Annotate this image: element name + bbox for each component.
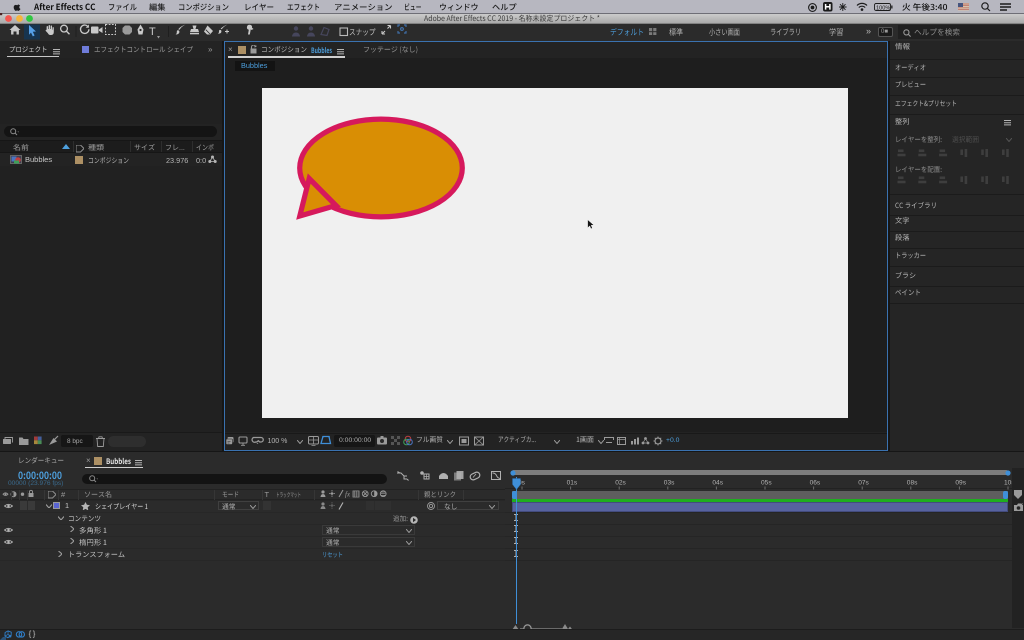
svg-text:08s: 08s [907,479,918,486]
svg-text:fx: fx [345,491,351,499]
svg-text:03s: 03s [664,479,675,486]
svg-text:06s: 06s [810,479,821,486]
svg-text:01s: 01s [567,479,578,486]
svg-text:05s: 05s [761,479,772,486]
svg-text:04s: 04s [712,479,723,486]
svg-text:07s: 07s [858,479,869,486]
svg-text:02s: 02s [615,479,626,486]
svg-text:09s: 09s [955,479,966,486]
